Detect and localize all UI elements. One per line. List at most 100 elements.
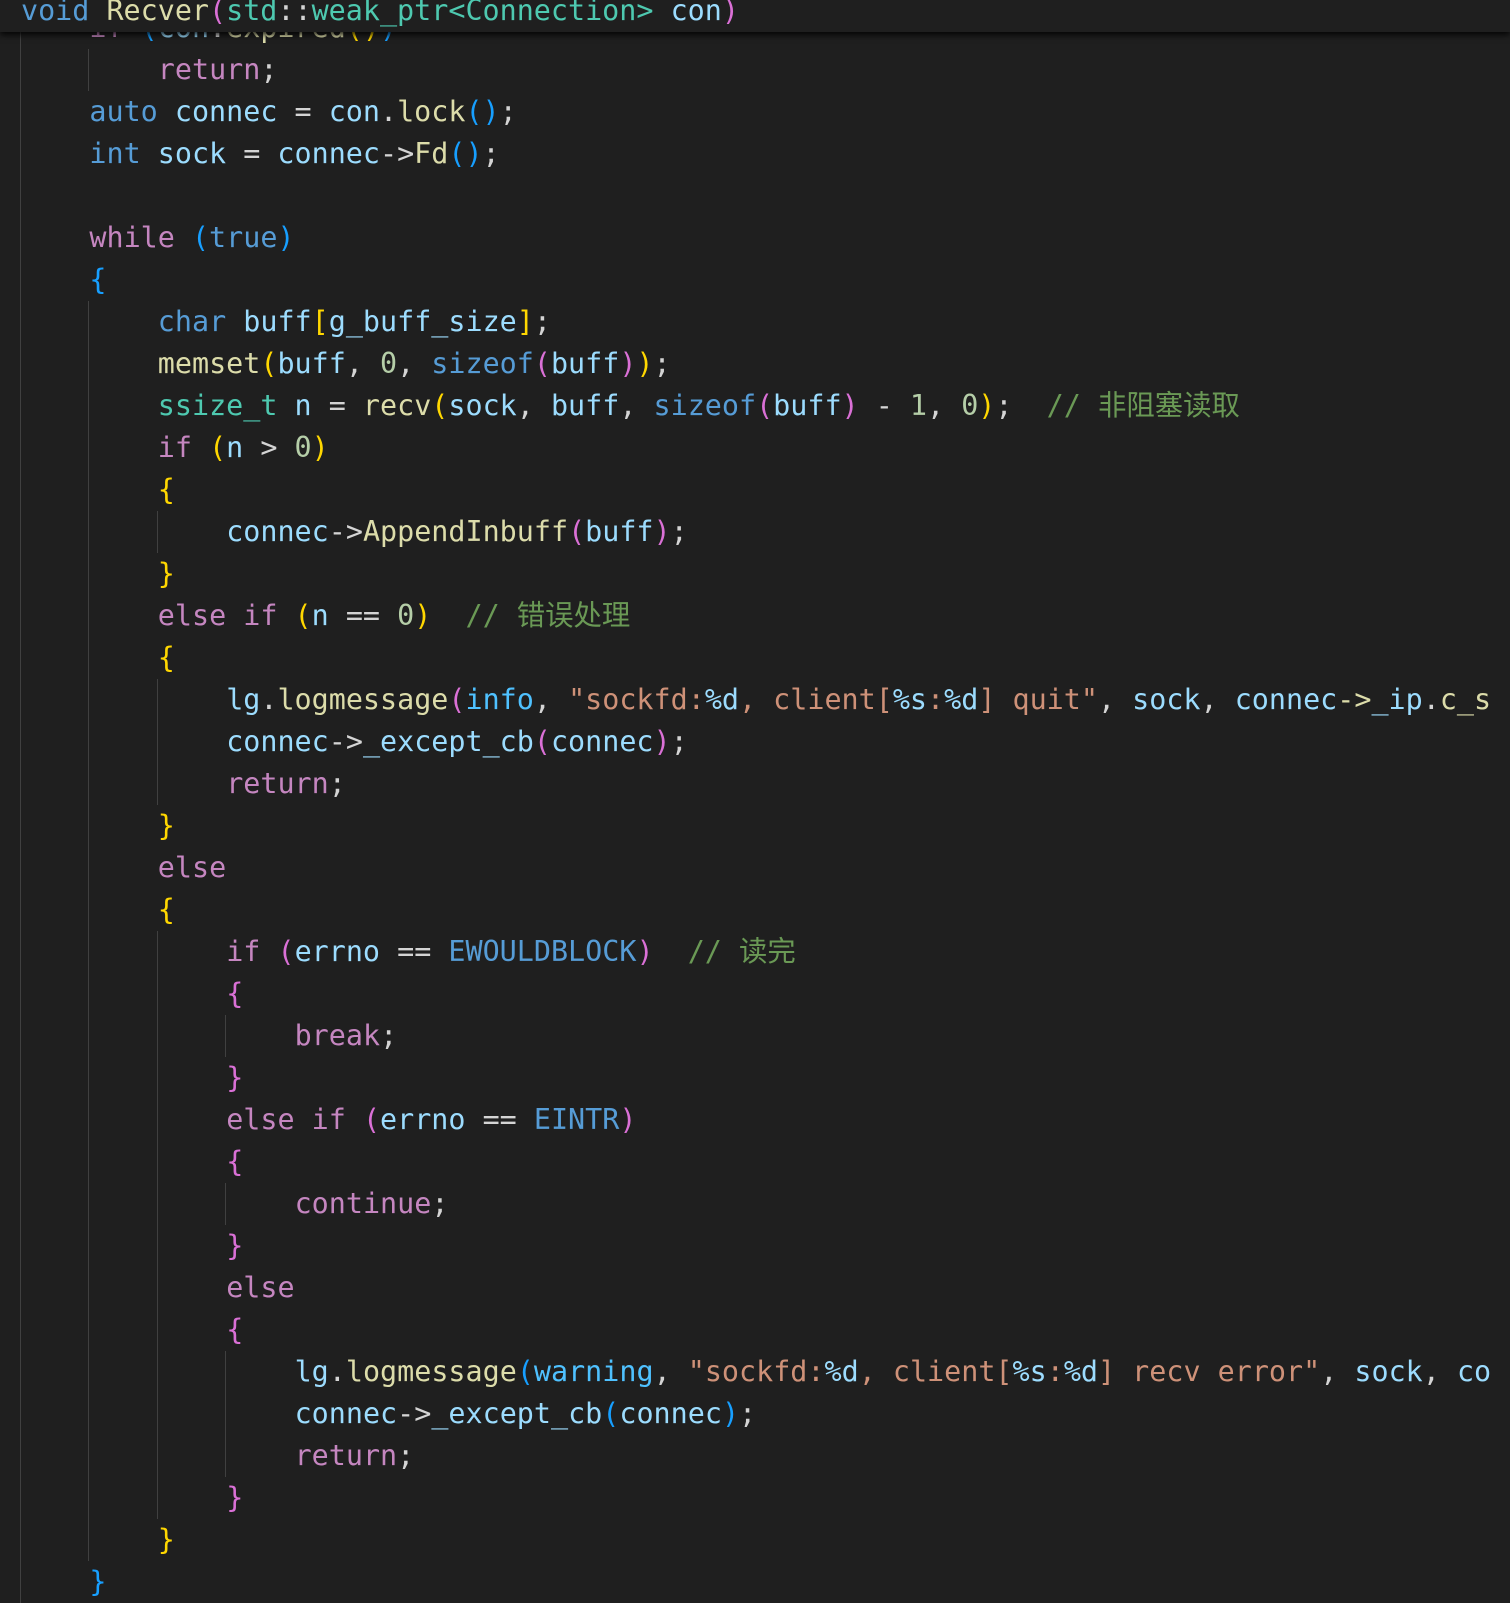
comment: // 错误处理	[431, 598, 631, 632]
bracket: )	[653, 724, 671, 758]
identifier: buff	[550, 388, 620, 422]
indent-guide	[88, 1308, 90, 1351]
punctuation: .	[1422, 682, 1440, 716]
code-line[interactable]: memset(buff, 0, sizeof(buff));	[158, 343, 671, 385]
identifier: sock	[1132, 682, 1201, 716]
identifier: connec	[294, 1396, 398, 1430]
indent-guide	[156, 678, 158, 721]
indent-guide	[88, 1182, 90, 1225]
sticky-header-line[interactable]: void Recver(std::weak_ptr<Connection> co…	[21, 0, 739, 32]
code-line[interactable]: if (n > 0)	[158, 427, 329, 469]
code-line[interactable]: else if (errno == EINTR)	[226, 1099, 636, 1141]
function-name: c_s	[1439, 682, 1492, 716]
code-line[interactable]: lg.logmessage(info, "sockfd:%d, client[%…	[226, 679, 1491, 721]
indent-guide	[88, 594, 90, 637]
indent-guide	[156, 1224, 158, 1267]
format-specifier: %d	[1063, 1354, 1098, 1388]
bracket: (	[448, 136, 466, 170]
code-line[interactable]: lg.logmessage(warning, "sockfd:%d, clien…	[295, 1351, 1492, 1393]
indent-guide	[225, 1182, 227, 1225]
code-line[interactable]: if (errno == EWOULDBLOCK) // 读完	[226, 931, 796, 973]
string-literal: "sockfd:	[568, 682, 705, 716]
code-line[interactable]: {	[226, 1141, 243, 1183]
identifier: co	[1456, 1354, 1492, 1388]
code-line[interactable]: connec->_except_cb(connec);	[226, 721, 688, 763]
code-line[interactable]: connec->AppendInbuff(buff);	[226, 511, 688, 553]
code-line[interactable]: }	[158, 553, 175, 595]
punctuation: ;	[380, 1018, 398, 1052]
identifier: sock	[1354, 1354, 1423, 1388]
function-name: Fd	[414, 136, 449, 170]
code-line[interactable]: auto connec = con.lock();	[89, 91, 516, 133]
punctuation: ;	[995, 388, 1013, 422]
code-line[interactable]: }	[226, 1225, 243, 1267]
code-editor[interactable]: void Recver(std::weak_ptr<Connection> co…	[0, 0, 1510, 1603]
enum-constant: warning	[533, 1354, 654, 1388]
punctuation: =	[277, 94, 329, 128]
code-line[interactable]: else	[158, 847, 226, 889]
type-name: weak_ptr	[311, 0, 449, 27]
identifier: errno	[294, 934, 381, 968]
keyword: int	[89, 136, 141, 170]
punctuation: ;	[533, 304, 551, 338]
function-name: ->	[1337, 682, 1372, 716]
indent-guide	[20, 678, 21, 721]
type-name: >	[636, 0, 654, 27]
keyword: sizeof	[653, 388, 757, 422]
indent-guide	[88, 846, 90, 889]
code-line[interactable]: return;	[158, 49, 278, 91]
bracket: )	[636, 934, 654, 968]
punctuation: ->	[379, 136, 415, 170]
code-line[interactable]: }	[226, 1057, 243, 1099]
punctuation	[175, 221, 192, 254]
code-line[interactable]: {	[158, 637, 175, 679]
indent-guide	[20, 90, 21, 133]
control-keyword: if	[157, 430, 192, 464]
identifier: buff	[585, 514, 654, 548]
code-line[interactable]: break;	[295, 1015, 398, 1057]
punctuation	[226, 599, 243, 632]
code-line[interactable]: continue;	[295, 1183, 449, 1225]
indent-guide	[20, 636, 21, 679]
code-line[interactable]: else if (n == 0) // 错误处理	[158, 595, 631, 637]
code-line[interactable]: {	[226, 1309, 243, 1351]
punctuation	[158, 95, 175, 128]
code-line[interactable]: int sock = connec->Fd();	[89, 133, 499, 175]
identifier: n	[294, 388, 312, 422]
control-keyword: if	[243, 598, 278, 632]
code-line[interactable]: }	[89, 1561, 106, 1603]
code-line[interactable]: {	[89, 259, 106, 301]
identifier: n	[226, 430, 244, 464]
punctuation: ,	[1200, 682, 1235, 716]
identifier: connec	[619, 1396, 722, 1430]
code-line[interactable]: ssize_t n = recv(sock, buff, sizeof(buff…	[158, 385, 1240, 427]
code-line[interactable]: char buff[g_buff_size];	[158, 301, 551, 343]
code-line[interactable]: else	[226, 1267, 294, 1309]
code-line[interactable]: while (true)	[89, 217, 294, 259]
punctuation: ,	[1097, 682, 1133, 716]
indent-guide	[20, 1434, 21, 1477]
code-line[interactable]: connec->_except_cb(connec);	[295, 1393, 757, 1435]
code-line[interactable]: }	[158, 1519, 175, 1561]
indent-guide	[20, 804, 21, 847]
code-line[interactable]: {	[158, 889, 175, 931]
comment: // 非阻塞读取	[1012, 388, 1240, 422]
control-keyword: else	[157, 598, 227, 632]
indent-guide	[88, 972, 90, 1015]
code-line[interactable]: return;	[295, 1435, 415, 1477]
punctuation	[89, 0, 106, 27]
code-line[interactable]: {	[158, 469, 175, 511]
punctuation: =	[226, 136, 278, 170]
punctuation: .	[379, 94, 398, 128]
indent-guide	[20, 216, 21, 259]
identifier: _except_cb	[431, 1396, 603, 1430]
identifier: connec	[277, 136, 380, 170]
code-line[interactable]: {	[226, 973, 243, 1015]
string-literal: "sockfd:	[687, 1354, 825, 1388]
punctuation: ;	[670, 514, 688, 548]
code-line[interactable]: }	[158, 805, 175, 847]
sticky-scroll-header[interactable]: void Recver(std::weak_ptr<Connection> co…	[0, 0, 1510, 32]
punctuation: ->	[328, 724, 363, 758]
code-line[interactable]: return;	[226, 763, 346, 805]
code-line[interactable]: }	[226, 1477, 243, 1519]
